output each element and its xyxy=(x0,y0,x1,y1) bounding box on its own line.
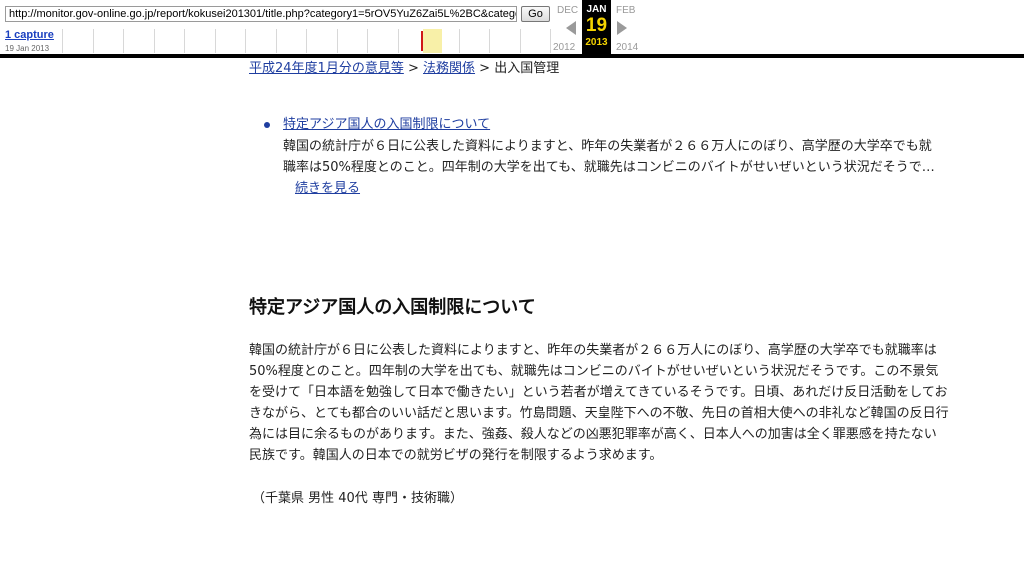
timeline-tick xyxy=(214,29,216,53)
timeline-tick xyxy=(92,29,94,53)
timeline-tick xyxy=(397,29,399,53)
next-month-label[interactable]: FEB xyxy=(616,5,635,16)
go-button[interactable]: Go xyxy=(521,6,550,22)
timeline-tick xyxy=(458,29,460,53)
timeline-tick xyxy=(519,29,521,53)
list-item-excerpt: 韓国の統計庁が６日に公表した資料によりますと、昨年の失業者が２６６万人にのぼり、… xyxy=(283,136,943,199)
bullet-icon xyxy=(264,122,270,128)
prev-arrow-icon[interactable] xyxy=(566,21,576,35)
current-month: JAN xyxy=(586,4,607,15)
timeline-tick xyxy=(184,29,185,53)
prev-month-label[interactable]: DEC xyxy=(557,5,578,16)
wayback-url-input[interactable]: http://monitor.gov-online.go.jp/report/k… xyxy=(5,6,517,22)
timeline-tick xyxy=(367,29,368,53)
wayback-toolbar: http://monitor.gov-online.go.jp/report/k… xyxy=(0,0,1024,56)
timeline-tick xyxy=(489,29,490,53)
next-arrow-icon[interactable] xyxy=(617,21,627,35)
breadcrumb-link-monthly[interactable]: 平成24年度1月分の意見等 xyxy=(249,61,404,76)
current-year: 2013 xyxy=(585,37,608,48)
article-title: 特定アジア国人の入国制限について xyxy=(249,297,536,318)
breadcrumb-separator: > xyxy=(479,61,491,76)
breadcrumb-separator: > xyxy=(407,61,419,76)
read-more-link[interactable]: 続きを見る xyxy=(295,181,360,196)
captures-link[interactable]: 1 capture xyxy=(5,29,54,41)
capture-timeline[interactable] xyxy=(62,29,551,53)
breadcrumb: 平成24年度1月分の意見等 > 法務関係 > 出入国管理 xyxy=(249,60,559,78)
current-date-block: JAN 19 2013 xyxy=(582,0,611,56)
current-day: 19 xyxy=(585,15,608,36)
capture-date: 19 Jan 2013 xyxy=(5,44,50,53)
toolbar-divider xyxy=(0,54,1024,58)
timeline-tick xyxy=(550,29,551,53)
timeline-tick xyxy=(306,29,307,53)
timeline-highlight xyxy=(423,29,442,53)
article-body: 韓国の統計庁が６日に公表した資料によりますと、昨年の失業者が２６６万人にのぼり、… xyxy=(249,343,949,463)
breadcrumb-current: 出入国管理 xyxy=(494,61,560,76)
timeline-tick xyxy=(275,29,277,53)
timeline-capture-marker[interactable] xyxy=(421,31,423,51)
next-year-label[interactable]: 2014 xyxy=(616,42,638,53)
article-author: （千葉県 男性 40代 専門・技術職） xyxy=(252,491,463,506)
timeline-tick xyxy=(245,29,246,53)
timeline-tick xyxy=(153,29,155,53)
breadcrumb-link-legal[interactable]: 法務関係 xyxy=(423,61,475,76)
list-item-title-link[interactable]: 特定アジア国人の入国制限について xyxy=(283,115,490,135)
prev-year-label[interactable]: 2012 xyxy=(553,42,575,53)
excerpt-text: 韓国の統計庁が６日に公表した資料によりますと、昨年の失業者が２６６万人にのぼり、… xyxy=(283,139,935,175)
timeline-tick xyxy=(62,29,63,53)
timeline-tick xyxy=(336,29,338,53)
timeline-tick xyxy=(123,29,124,53)
